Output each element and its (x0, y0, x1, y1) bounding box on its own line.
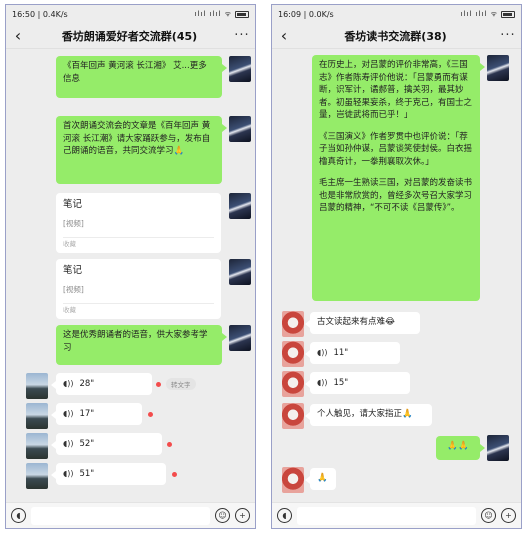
input-bar: ◖ ☺ + (6, 502, 255, 528)
voice-message[interactable]: ◖)) 51" (51, 463, 166, 485)
message-text: 《百年回声 黄河滚 长江湘》 艾...更多信息 (63, 61, 207, 84)
status-bar: 16:50 | 0.4K/s ılıl ılıl ᯤ (6, 5, 255, 23)
voice-duration: 17" (79, 408, 95, 419)
voice-message[interactable]: ◖)) 17" (51, 403, 142, 425)
voice-message[interactable]: ◖)) 28" (51, 373, 152, 395)
voice-icon: ◖)) (63, 438, 74, 448)
left-chat-screen: 16:50 | 0.4K/s ılıl ılıl ᯤ ‹ 香坊朗诵爱好者交流群(… (5, 4, 256, 529)
emoji-text: 🙏🙏 (447, 441, 469, 451)
chat-title: 香坊朗诵爱好者交流群(45) (61, 29, 198, 43)
note-title: 笔记 (63, 265, 83, 276)
note-tag: [视频] (63, 218, 84, 228)
back-icon[interactable]: ‹ (6, 26, 30, 45)
plus-icon[interactable]: + (501, 508, 516, 523)
note-tag: [视频] (63, 284, 84, 294)
voice-input-icon[interactable]: ◖ (11, 508, 26, 523)
voice-duration: 15" (333, 377, 349, 388)
message-paragraph: 毛主席一生熟读三国，对吕蒙的发奋读书也是非常欣赏的，曾经多次号召大家学习吕蒙的精… (319, 178, 473, 213)
chat-header: ‹ 香坊朗诵爱好者交流群(45) ··· (6, 23, 255, 49)
chat-message[interactable]: 个人触见，请大家指正🙏 (305, 404, 432, 426)
message-text: 古文读起来有点难😂 (317, 317, 395, 327)
voice-icon: ◖)) (63, 378, 74, 388)
avatar[interactable] (487, 435, 509, 461)
avatar[interactable] (26, 463, 48, 489)
message-text: 这是优秀朗诵者的语音，供大家参考学习 (63, 330, 208, 353)
unread-dot (172, 472, 177, 477)
voice-icon: ◖)) (63, 408, 74, 418)
avatar[interactable] (26, 433, 48, 459)
voice-input-icon[interactable]: ◖ (277, 508, 292, 523)
message-input[interactable] (31, 506, 210, 525)
avatar[interactable] (229, 56, 251, 82)
voice-message[interactable]: ◖)) 52" (51, 433, 162, 455)
voice-message[interactable]: ◖)) 11" (305, 342, 400, 364)
avatar[interactable] (282, 371, 304, 397)
note-source: 收藏 (63, 239, 76, 248)
voice-message[interactable]: ◖)) 15" (305, 372, 410, 394)
signal-icon: ılıl ılıl ᯤ (460, 9, 498, 18)
status-time-speed: 16:50 | 0.4K/s (12, 9, 68, 19)
message-paragraph: 在历史上，对吕蒙的评价非常高，《三国志》作者陈寿评价他说：「吕蒙勇而有谋断，识军… (319, 60, 473, 120)
voice-duration: 51" (79, 468, 95, 479)
avatar[interactable] (229, 325, 251, 351)
convert-to-text-button[interactable]: 转文字 (166, 378, 196, 390)
voice-duration: 28" (79, 378, 95, 389)
right-chat-screen: 16:09 | 0.0K/s ılıl ılıl ᯤ ‹ 香坊读书交流群(38)… (271, 4, 522, 529)
input-bar: ◖ ☺ + (272, 502, 521, 528)
divider (63, 237, 214, 238)
chat-title: 香坊读书交流群(38) (344, 29, 447, 43)
avatar[interactable] (229, 116, 251, 142)
battery-icon (501, 10, 515, 18)
status-bar: 16:09 | 0.0K/s ılıl ılıl ᯤ (272, 5, 521, 23)
avatar[interactable] (282, 311, 304, 337)
message-paragraph: 《三国演义》作者罗贯中也评价说：「荐子当如孙仲谋，吕蒙谈笑使封侯。白衣摇橹真奇计… (319, 131, 473, 167)
unread-dot (148, 412, 153, 417)
chat-message[interactable]: 这是优秀朗诵者的语音，供大家参考学习 (56, 325, 227, 365)
unread-dot (156, 382, 161, 387)
chat-message[interactable]: 《百年回声 黄河滚 长江湘》 艾...更多信息 (56, 56, 227, 98)
voice-icon: ◖)) (317, 377, 328, 387)
divider (63, 303, 214, 304)
avatar[interactable] (229, 193, 251, 219)
voice-duration: 52" (79, 438, 95, 449)
emoji-icon[interactable]: ☺ (215, 508, 230, 523)
plus-icon[interactable]: + (235, 508, 250, 523)
avatar[interactable] (282, 403, 304, 429)
more-icon[interactable]: ··· (229, 28, 255, 43)
note-card[interactable]: 笔记 [视频] 收藏 (56, 193, 221, 253)
chat-message[interactable]: 🙏🙏 (436, 436, 485, 460)
avatar[interactable] (282, 341, 304, 367)
chat-message[interactable]: 在历史上，对吕蒙的评价非常高，《三国志》作者陈寿评价他说：「吕蒙勇而有谋断，识军… (312, 55, 485, 301)
avatar[interactable] (26, 373, 48, 399)
avatar[interactable] (282, 467, 304, 493)
chat-message[interactable]: 首次朗诵交流会的文章是《百年回声 黄河滚 长江潮》请大家踊跃参与，发布自己朗诵的… (56, 116, 227, 184)
avatar[interactable] (26, 403, 48, 429)
message-text: 首次朗诵交流会的文章是《百年回声 黄河滚 长江潮》请大家踊跃参与，发布自己朗诵的… (63, 121, 211, 156)
avatar[interactable] (229, 259, 251, 285)
voice-duration: 11" (333, 347, 349, 358)
signal-icon: ılıl ılıl ᯤ (194, 9, 232, 18)
voice-icon: ◖)) (317, 347, 328, 357)
voice-icon: ◖)) (63, 468, 74, 478)
message-input[interactable] (297, 506, 476, 525)
note-card[interactable]: 笔记 [视频] 收藏 (56, 259, 221, 319)
emoji-icon[interactable]: ☺ (481, 508, 496, 523)
status-time-speed: 16:09 | 0.0K/s (278, 9, 334, 19)
note-source: 收藏 (63, 305, 76, 314)
unread-dot (167, 442, 172, 447)
message-text: 个人触见，请大家指正🙏 (317, 409, 413, 419)
battery-icon (235, 10, 249, 18)
emoji-text: 🙏 (317, 473, 328, 483)
chat-message[interactable]: 🙏 (305, 468, 336, 490)
chat-header: ‹ 香坊读书交流群(38) ··· (272, 23, 521, 49)
more-icon[interactable]: ··· (495, 28, 521, 43)
avatar[interactable] (487, 55, 509, 81)
note-title: 笔记 (63, 199, 83, 210)
back-icon[interactable]: ‹ (272, 26, 296, 45)
chat-message[interactable]: 古文读起来有点难😂 (305, 312, 420, 334)
